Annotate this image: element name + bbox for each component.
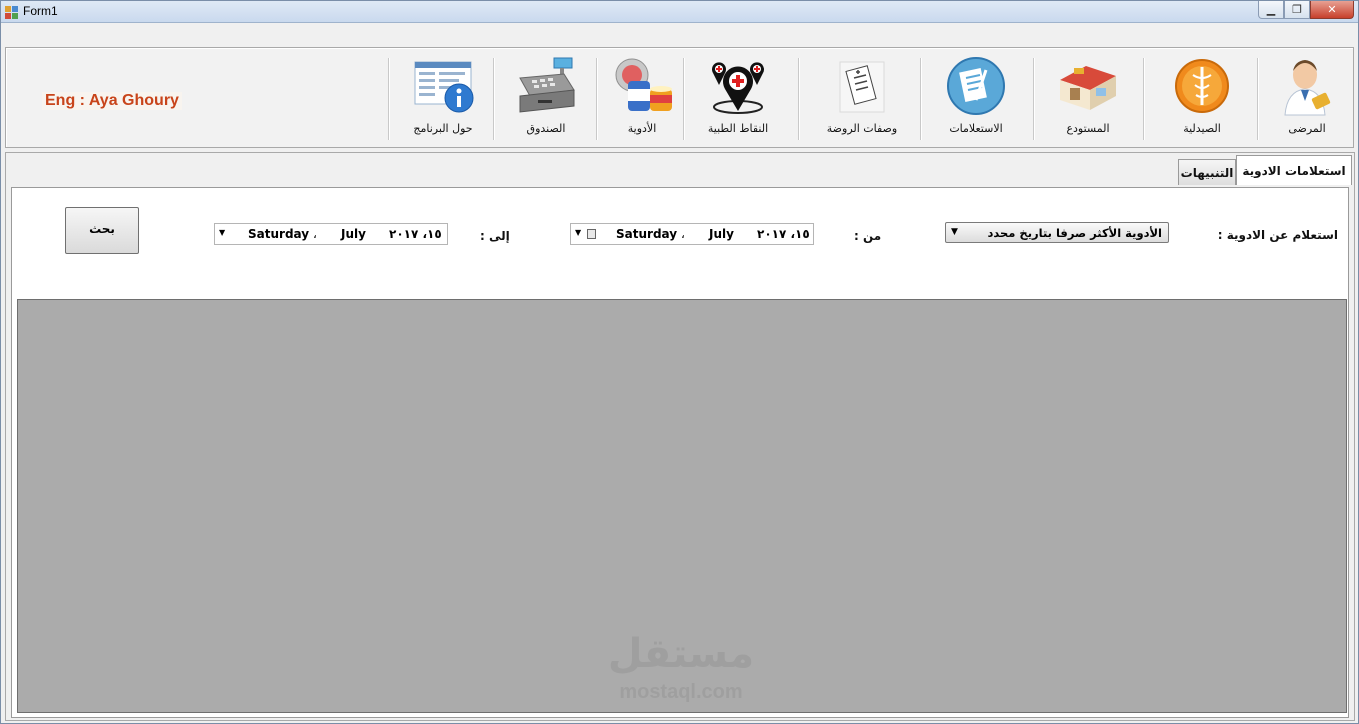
to-date-separator: ، [313, 227, 317, 241]
title-bar[interactable]: Form1 ▁ ❐ ✕ [1, 1, 1358, 23]
maximize-button[interactable]: ❐ [1284, 1, 1310, 19]
toolbar-label: الصندوق [526, 122, 566, 135]
doctor-icon [1275, 54, 1339, 118]
from-label: من : [854, 229, 882, 243]
toolbar-label: الأدوية [627, 122, 657, 135]
developer-credit: Eng : Aya Ghoury [42, 92, 182, 110]
toolbar-separator [798, 58, 799, 140]
caduceus-icon [1170, 54, 1234, 118]
warehouse-icon [1056, 54, 1120, 118]
minimize-icon: ▁ [1266, 3, 1276, 16]
app-icon [5, 6, 18, 19]
cash-register-icon [514, 54, 578, 118]
tab-panel: استعلام عن الادوية : الأدوية الأكثر صرفا… [11, 187, 1349, 718]
medicine-icon [610, 54, 674, 118]
inquiry-type-value: الأدوية الأكثر صرفا بتاريخ محدد [987, 226, 1162, 240]
toolbar-separator [1143, 58, 1144, 140]
prescription-icon [830, 54, 894, 118]
from-date-value: ١٥، ٢٠١٧ [757, 227, 810, 241]
inquiry-type-dropdown[interactable]: الأدوية الأكثر صرفا بتاريخ محدد ▼ [945, 222, 1169, 243]
tab-medicine-inquiries[interactable]: استعلامات الادوية [1236, 155, 1352, 185]
toolbar-label: النقاط الطبية [707, 122, 769, 135]
from-date-picker[interactable]: ▼ Saturday ، July ١٥، ٢٠١٧ [570, 223, 814, 245]
results-grid[interactable] [17, 299, 1347, 713]
menu-band [1, 23, 1358, 47]
toolbar-separator [596, 58, 597, 140]
calendar-icon [587, 229, 596, 239]
main-toolbar: Eng : Aya Ghoury المرضى الصيدلية المستود… [5, 47, 1354, 148]
toolbar-separator [388, 58, 389, 140]
tab-alerts[interactable]: التنبيهات [1178, 159, 1236, 185]
toolbar-button-patients[interactable]: المرضى [1263, 54, 1351, 142]
from-date-month: July [709, 227, 734, 241]
toolbar-button-prescriptions[interactable]: وصفات الروضة [814, 54, 910, 142]
toolbar-button-medicines[interactable]: الأدوية [604, 54, 680, 142]
toolbar-separator [920, 58, 921, 140]
toolbar-label: الصيدلية [1183, 122, 1221, 135]
toolbar-label: المستودع [1066, 122, 1110, 135]
to-date-picker[interactable]: ▼ Saturday ، July ١٥، ٢٠١٧ [214, 223, 448, 245]
close-button[interactable]: ✕ [1310, 1, 1354, 19]
toolbar-button-warehouse[interactable]: المستودع [1040, 54, 1136, 142]
to-date-value: ١٥، ٢٠١٧ [389, 227, 442, 241]
toolbar-separator [1257, 58, 1258, 140]
dropdown-arrow-icon: ▼ [575, 228, 582, 237]
toolbar-button-pharmacy[interactable]: الصيدلية [1156, 54, 1248, 142]
medical-points-icon [706, 54, 770, 118]
toolbar-button-about[interactable]: حول البرنامج [396, 54, 490, 142]
tab-control: استعلامات الادوية التنبيهات استعلام عن ا… [5, 152, 1355, 721]
from-date-separator: ، [681, 227, 685, 241]
to-date-day: Saturday [248, 227, 310, 241]
dropdown-arrow-icon: ▼ [951, 227, 958, 237]
window-title: Form1 [23, 4, 58, 18]
toolbar-label: حول البرنامج [413, 122, 473, 135]
toolbar-label: الاستعلامات [949, 122, 1003, 135]
toolbar-label: المرضى [1288, 122, 1326, 135]
close-icon: ✕ [1327, 3, 1337, 16]
toolbar-button-medical-points[interactable]: النقاط الطبية [692, 54, 784, 142]
window-controls: ▁ ❐ ✕ [1258, 1, 1354, 19]
restore-icon: ❐ [1292, 3, 1302, 16]
from-date-day: Saturday [616, 227, 678, 241]
dropdown-arrow-icon: ▼ [219, 228, 226, 237]
main-window: Form1 ▁ ❐ ✕ Eng : Aya Ghoury المرضى الصي… [0, 0, 1359, 724]
search-button[interactable]: بحث [65, 207, 139, 254]
toolbar-separator [683, 58, 684, 140]
toolbar-button-cashbox[interactable]: الصندوق [503, 54, 589, 142]
to-date-month: July [341, 227, 366, 241]
inquiry-type-label: استعلام عن الادوية : [1217, 228, 1338, 242]
minimize-button[interactable]: ▁ [1258, 1, 1284, 19]
toolbar-button-inquiries[interactable]: الاستعلامات [928, 54, 1024, 142]
to-label: إلى : [480, 229, 510, 243]
toolbar-separator [493, 58, 494, 140]
about-info-icon [411, 54, 475, 118]
toolbar-separator [1033, 58, 1034, 140]
inquiry-notes-icon [944, 54, 1008, 118]
toolbar-label: وصفات الروضة [826, 122, 898, 135]
